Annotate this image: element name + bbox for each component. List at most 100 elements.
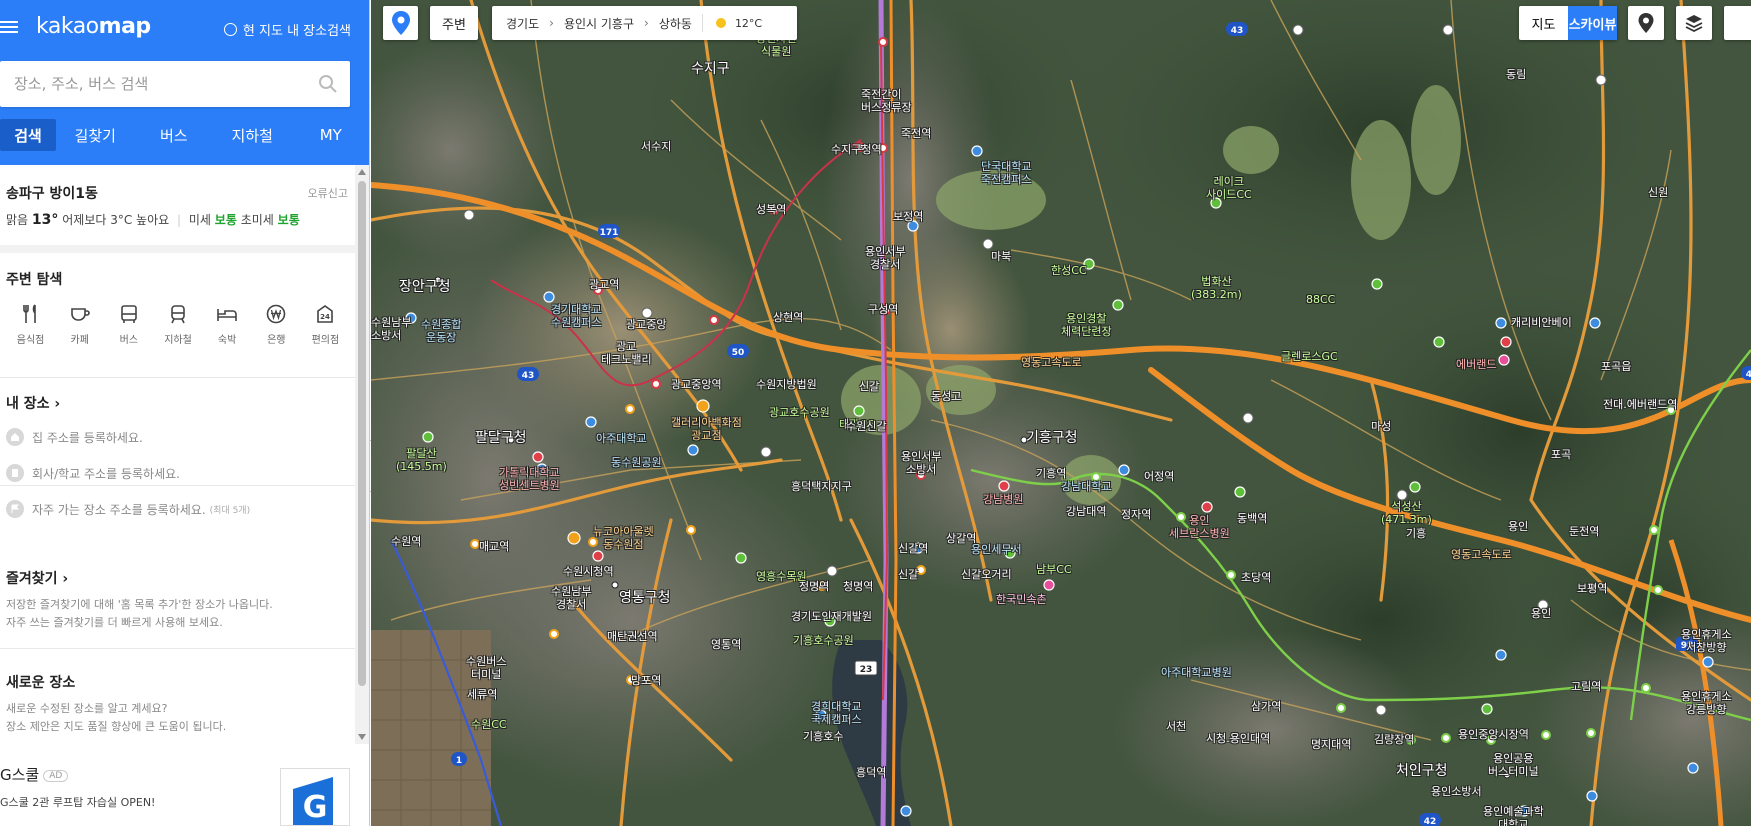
- my-places-title[interactable]: 내 장소 ›: [6, 393, 350, 413]
- map-label-yongin-bus[interactable]: 용인공용 버스터미널: [1488, 752, 1539, 778]
- map-label-gusung[interactable]: 구성역: [868, 303, 898, 316]
- map-label-gyeonggi-hall[interactable]: 수원종합 운동장: [421, 318, 461, 344]
- extra-tool-button[interactable]: [1724, 6, 1751, 40]
- map-label-cheoin[interactable]: 처인구청: [1396, 764, 1448, 778]
- layers-button[interactable]: [1676, 6, 1712, 40]
- map-label-severance[interactable]: 용인 세브란스병원: [1169, 514, 1230, 540]
- map-label-suwon-ajou[interactable]: 수원CC: [471, 718, 507, 731]
- map-label-suwon-city-hall[interactable]: 수원시청역: [563, 565, 614, 578]
- map-label-singal-five[interactable]: 신갈오거리: [961, 568, 1012, 581]
- map-label-gangnam-univ[interactable]: 강남대학교: [1061, 480, 1112, 493]
- map-label-sanghyeon[interactable]: 상현역: [773, 311, 803, 324]
- map-label-gwanggyo-techno[interactable]: 광교 테크노밸리: [601, 340, 652, 366]
- map-label-hanseong-cc[interactable]: 한성CC: [1051, 264, 1087, 277]
- map-label-gwanggyo-lake[interactable]: 광교호수공원: [769, 406, 830, 419]
- map-label-samsung-digital[interactable]: 동수원공원: [611, 456, 662, 469]
- map-label-chodang[interactable]: 초당역: [1241, 571, 1271, 584]
- map-label-everland[interactable]: 에버랜드: [1456, 358, 1496, 371]
- map-label-kyunggi-univ[interactable]: 경기대학교 수원캠퍼스: [551, 303, 602, 329]
- map-label-pogok-s[interactable]: 포곡: [1551, 448, 1571, 461]
- map-label-singal-stn[interactable]: 신갈역: [898, 542, 928, 555]
- kakaomap-logo[interactable]: kakaomap: [36, 14, 151, 39]
- map-label-yeongheung[interactable]: 영흥수목원: [756, 570, 807, 583]
- map-label-ajou[interactable]: 아주대학교: [596, 432, 647, 445]
- map-label-seongbok[interactable]: 성복역: [756, 203, 786, 216]
- map-label-jiseok[interactable]: 정자역: [1121, 508, 1151, 521]
- search-input[interactable]: [0, 61, 310, 107]
- favorites-title[interactable]: 즐겨찾기 ›: [6, 568, 350, 588]
- my-location-button[interactable]: [383, 6, 418, 40]
- map-label-giheung-office[interactable]: 기흥구청: [1026, 431, 1078, 445]
- scroll-down-arrow[interactable]: [358, 734, 366, 740]
- map-label-giheung-heung[interactable]: 흥덕역: [856, 766, 886, 779]
- scroll-up-arrow[interactable]: [358, 169, 366, 175]
- map-label-myeongji[interactable]: 명지대역: [1311, 738, 1351, 751]
- map-label-bopyeong[interactable]: 보평역: [1577, 582, 1607, 595]
- map-label-gwanggyo-stn[interactable]: 광교역: [589, 278, 619, 291]
- map-label-88cc[interactable]: 88CC: [1306, 293, 1335, 306]
- map-label-yongin-ic[interactable]: 용인: [1531, 607, 1551, 620]
- map-label-dongbaek-stn[interactable]: 동백역: [1237, 512, 1267, 525]
- map-label-suwon-court[interactable]: 수원지방법원: [756, 378, 817, 391]
- map-label-suji-office-stn[interactable]: 수지구청역: [831, 143, 882, 156]
- map-label-gwanggyo-central[interactable]: 광교중앙역: [671, 378, 722, 391]
- map-label-yongin[interactable]: 용인: [1508, 520, 1528, 533]
- sidebar-scrollbar[interactable]: [355, 165, 369, 744]
- menu-icon[interactable]: [0, 18, 18, 36]
- map-label-gangnam-stn[interactable]: 강남대역: [1066, 505, 1106, 518]
- map-label-everland-stn[interactable]: 전대.에버랜드역: [1603, 398, 1677, 411]
- map-label-lake-cc[interactable]: 레이크 사이드CC: [1206, 175, 1252, 201]
- map-label-st-vincent[interactable]: 가톨릭대학교 성빈센트병원: [499, 466, 560, 492]
- map-label-sigan[interactable]: 시청.용인대역: [1206, 732, 1270, 745]
- nearby-convenience[interactable]: 24 편의점: [301, 303, 350, 346]
- map-label-samga[interactable]: 삼가역: [1251, 700, 1281, 713]
- tab-my[interactable]: MY: [292, 119, 370, 151]
- map-label-jukjeon-stn[interactable]: 죽전역: [901, 127, 931, 140]
- map-label-suwon-stn[interactable]: 수원역: [391, 535, 421, 548]
- map-label-caribbean[interactable]: 캐리비안베이: [1511, 316, 1572, 329]
- map-label-gimryangjang[interactable]: 김량장역: [1374, 733, 1414, 746]
- map-label-dongrim[interactable]: 동림: [1506, 68, 1526, 81]
- tab-search[interactable]: 검색: [0, 119, 56, 151]
- map-label-goryeo[interactable]: 고림역: [1571, 680, 1601, 693]
- map-label-jukjeon-terminal[interactable]: 죽전간이 버스정류장: [861, 88, 912, 114]
- map-label-nambu-cc[interactable]: 남부CC: [1036, 563, 1072, 576]
- nearby-cafe[interactable]: 카페: [55, 303, 104, 346]
- map-label-gangnam-hospital[interactable]: 강남병원: [983, 493, 1023, 506]
- map-label-mangpo[interactable]: 망포역: [631, 674, 661, 687]
- map-label-giheung-lake-park[interactable]: 기흥호수공원: [793, 634, 854, 647]
- map-label-ruter[interactable]: 용인세무서: [971, 543, 1022, 556]
- ad-banner[interactable]: G스쿨 AD G스쿨 2관 루프탑 자습실 OPEN! G: [0, 744, 356, 826]
- map-label-yongin-fire-west[interactable]: 용인서부 소방서: [901, 450, 941, 476]
- map-label-yeongtong-police[interactable]: 수원남부 경찰서: [551, 585, 591, 611]
- tab-bus[interactable]: 버스: [135, 119, 214, 151]
- map-label-yeongtong-office[interactable]: 영통구청: [619, 591, 671, 605]
- map-label-maegyo[interactable]: 매교역: [479, 540, 509, 553]
- register-home[interactable]: 집 주소를 등록하세요.: [6, 419, 350, 455]
- map-label-mabuk[interactable]: 마북: [991, 250, 1011, 263]
- map-label-seocheon[interactable]: 서천: [1166, 720, 1186, 733]
- map-label-maetan[interactable]: 매탄권선역: [607, 630, 658, 643]
- map-label-yongin-jungang[interactable]: 용인중앙시장역: [1458, 728, 1529, 741]
- map-label-cheongmyeong-r[interactable]: 청명역: [843, 580, 873, 593]
- tab-directions[interactable]: 길찾기: [56, 119, 135, 151]
- map-label-singal-ic[interactable]: 동성고: [931, 390, 961, 403]
- map-label-sinwon[interactable]: 신원: [1648, 186, 1668, 199]
- map-type-roadmap[interactable]: 지도: [1519, 6, 1568, 40]
- map-label-yeongtong-stn[interactable]: 영통역: [711, 638, 741, 651]
- search-icon[interactable]: [318, 74, 338, 94]
- nearby-bus[interactable]: 버스: [104, 303, 153, 346]
- around-button[interactable]: 주변: [430, 6, 478, 40]
- map-label-suwon-singal[interactable]: 수원신갈: [846, 420, 886, 433]
- map-label-suwon-court2[interactable]: 경기도인재개발원: [791, 610, 872, 623]
- map-label-giheung-lake[interactable]: 기흥호수: [803, 730, 843, 743]
- map-label-samsung[interactable]: 용인경찰 체력단련장: [1061, 312, 1112, 338]
- nearby-restaurant[interactable]: 음식점: [6, 303, 55, 346]
- map-label-maseong[interactable]: 마성: [1371, 420, 1391, 433]
- map-label-yongin-fire[interactable]: 용인소방서: [1431, 785, 1482, 798]
- map-label-pogok[interactable]: 포곡읍: [1601, 360, 1631, 373]
- map-label-jangan[interactable]: 장안구청: [399, 280, 451, 294]
- map-label-dankook[interactable]: 단국대학교 죽전캠퍼스: [981, 160, 1032, 186]
- map-label-paldal-office[interactable]: 팔달구청: [475, 431, 527, 445]
- map-label-yongin-rest-gang[interactable]: 용인휴게소 강릉방향: [1681, 690, 1732, 716]
